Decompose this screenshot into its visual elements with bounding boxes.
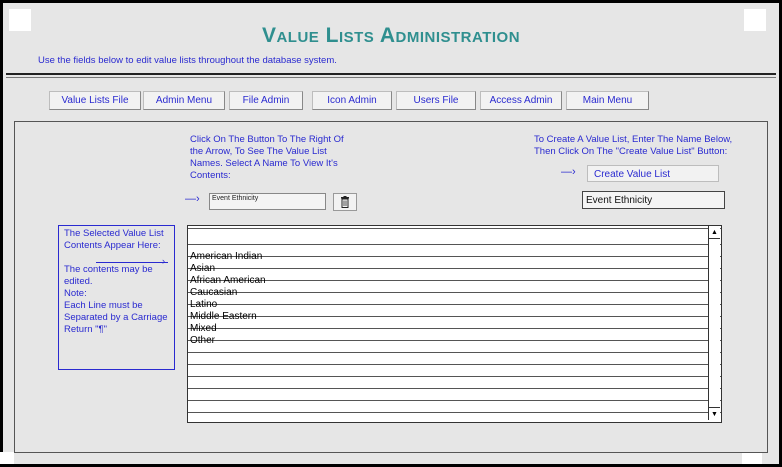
nav-users-file-button[interactable]: Users File <box>396 91 476 110</box>
side-note-line: The contents may be <box>64 264 153 275</box>
side-note-line: Separated by a Carriage <box>64 312 168 323</box>
nav-admin-menu-button[interactable]: Admin Menu <box>143 91 225 110</box>
nav-value-lists-file-button[interactable]: Value Lists File <box>49 91 141 110</box>
side-note-line: edited. <box>64 276 93 287</box>
header-rule-thin <box>6 77 776 78</box>
side-note-line: Contents Appear Here: <box>64 240 161 251</box>
arrow-right-icon: › <box>162 256 165 266</box>
side-note-line: The Selected Value List <box>64 228 164 239</box>
list-item[interactable]: African American <box>190 275 266 287</box>
instruction-line: To Create A Value List, Enter The Name B… <box>534 134 733 145</box>
create-value-list-button[interactable]: Create Value List <box>587 165 719 182</box>
list-item[interactable]: Other <box>190 335 266 347</box>
instruction-line: Names. Select A Name To View It's <box>190 158 338 169</box>
trash-icon <box>341 196 349 208</box>
page-subtitle: Use the fields below to edit value lists… <box>38 55 337 66</box>
side-note-pointer-line <box>96 262 168 263</box>
nav-icon-admin-button[interactable]: Icon Admin <box>312 91 392 110</box>
create-instructions: To Create A Value List, Enter The Name B… <box>534 134 732 158</box>
nav-access-admin-button[interactable]: Access Admin <box>480 91 562 110</box>
scroll-up-icon[interactable]: ▲ <box>709 226 720 239</box>
header-rule <box>6 73 776 75</box>
list-scrollbar[interactable]: ▲ ▼ <box>708 226 720 420</box>
instruction-line: the Arrow, To See The Value List <box>190 146 327 157</box>
list-item[interactable]: Mixed <box>190 323 266 335</box>
instruction-line: Then Click On The "Create Value List" Bu… <box>534 146 728 157</box>
side-note-line: Return "¶" <box>64 324 108 335</box>
scroll-down-icon[interactable]: ▼ <box>709 407 720 420</box>
instruction-line: Contents: <box>190 170 231 181</box>
page-title: Value Lists Administration <box>261 24 521 47</box>
side-note-line: Each Line must be <box>64 300 143 311</box>
nav-main-menu-button[interactable]: Main Menu <box>566 91 649 110</box>
value-list-contents[interactable]: American Indian Asian African American C… <box>187 225 722 423</box>
list-item[interactable]: American Indian <box>190 251 266 263</box>
arrow-right-icon: —› <box>185 193 200 205</box>
select-instructions: Click On The Button To The Right Of the … <box>190 134 344 182</box>
window-frame: Value Lists Administration Use the field… <box>0 0 782 467</box>
list-item[interactable]: Asian <box>190 263 266 275</box>
list-item[interactable]: Middle Eastern <box>190 311 266 323</box>
arrow-right-icon: —› <box>561 166 576 178</box>
list-item[interactable]: Caucasian <box>190 287 266 299</box>
corner-bottom-left <box>0 452 14 464</box>
list-item[interactable] <box>190 239 266 251</box>
list-item[interactable]: Latino <box>190 299 266 311</box>
value-list-select[interactable]: Event Ethnicity <box>209 193 326 210</box>
new-list-name-field[interactable]: Event Ethnicity <box>582 191 725 209</box>
instruction-line: Click On The Button To The Right Of <box>190 134 344 145</box>
delete-list-button[interactable] <box>333 193 357 211</box>
side-note-line: Note: <box>64 288 87 299</box>
side-note: The Selected Value List Contents Appear … <box>64 228 168 336</box>
nav-file-admin-button[interactable]: File Admin <box>229 91 303 110</box>
